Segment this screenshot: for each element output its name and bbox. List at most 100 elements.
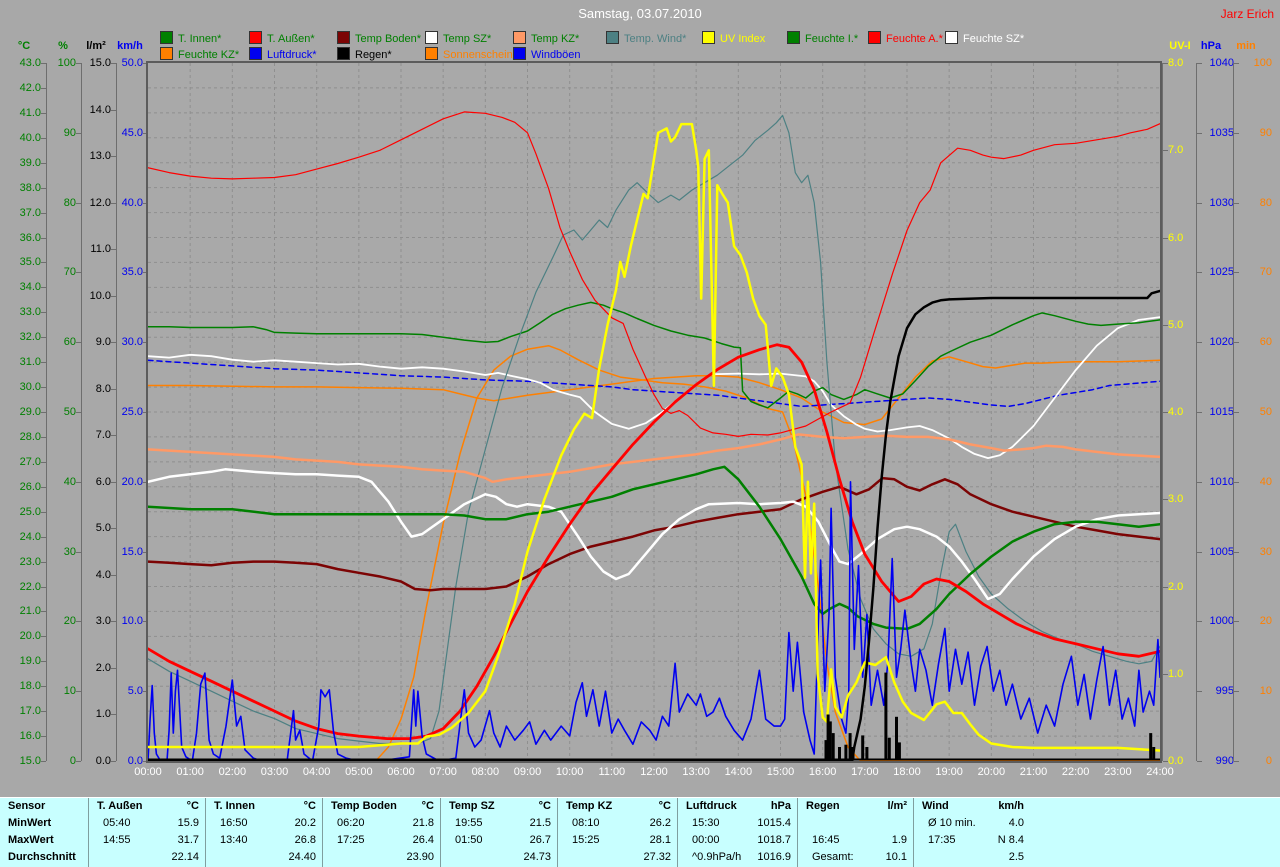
statistics-table: SensorMinWertMaxWertDurchschnitt T. Auße… xyxy=(0,797,1280,867)
axis-tick-mark xyxy=(41,587,46,588)
axis-tick-label: 33.0 xyxy=(5,306,41,318)
axis-tick-label: 18.0 xyxy=(5,680,41,692)
table-data-row: ^0.9hPa/h1016.9 xyxy=(678,849,798,866)
axis-tick-mark xyxy=(1234,761,1239,762)
axis-tick-label: 32.0 xyxy=(5,331,41,343)
table-group-luftdruck: LuftdruckhPa15:301015.400:001018.7^0.9hP… xyxy=(677,798,798,867)
sensor-name: Temp KZ xyxy=(566,798,612,815)
axis-tick-mark xyxy=(1234,133,1239,134)
legend-label: Feuchte A.* xyxy=(886,33,943,45)
sensor-unit: °C xyxy=(539,798,551,815)
axis-tick-mark xyxy=(41,611,46,612)
axis-tick-label: 11.0 xyxy=(75,243,111,255)
axis-tick-label: 1035 xyxy=(1200,127,1234,139)
x-axis-label: 08:00 xyxy=(465,766,505,778)
axis-tick-label: 40 xyxy=(40,476,76,488)
regen_rate-bar xyxy=(865,747,868,759)
cell-time: 14:55 xyxy=(103,832,131,849)
axis-tick-mark xyxy=(76,552,81,553)
axis-tick-label: 1010 xyxy=(1200,476,1234,488)
axis-tick-mark xyxy=(41,362,46,363)
sensor-name: Regen xyxy=(806,798,840,815)
legend-label: Sonnenschein xyxy=(443,49,513,61)
table-data-row: 05:4015.9 xyxy=(89,815,206,832)
table-group-temp-sz: Temp SZ°C19:5521.501:5026.724.73 xyxy=(440,798,558,867)
axis-tick-label: 25.0 xyxy=(107,406,143,418)
axis-tick-label: 15.0 xyxy=(75,57,111,69)
axis-tick-label: 21.0 xyxy=(5,605,41,617)
sensor-name: T. Innen xyxy=(214,798,255,815)
cell-value: 24.40 xyxy=(288,849,316,866)
table-group-temp-boden: Temp Boden°C06:2021.817:2526.423.90 xyxy=(322,798,441,867)
axis-tick-label: 28.0 xyxy=(5,431,41,443)
axis-tick-mark xyxy=(111,714,116,715)
legend-swatch-icon xyxy=(787,31,800,44)
sensor-unit: °C xyxy=(304,798,316,815)
axis-tick-mark xyxy=(41,462,46,463)
axis-tick-mark xyxy=(76,412,81,413)
axis-tick-label: 22.0 xyxy=(5,581,41,593)
table-data-row xyxy=(798,815,914,832)
legend-swatch-icon xyxy=(160,47,173,60)
axis-tick-label: 50.0 xyxy=(107,57,143,69)
legend-label: UV Index xyxy=(720,33,765,45)
legend-label: Luftdruck* xyxy=(267,49,317,61)
axis-tick-label: 41.0 xyxy=(5,107,41,119)
axis-tick-label: 13.0 xyxy=(75,150,111,162)
axis-tick-mark xyxy=(76,272,81,273)
axis-tick-mark xyxy=(1234,482,1239,483)
cell-time: 19:55 xyxy=(455,815,483,832)
table-data-row: 24.40 xyxy=(206,849,323,866)
legend-item-feuchte-kz-: Feuchte KZ* xyxy=(160,47,239,60)
axis-tick-mark xyxy=(1234,621,1239,622)
axis-tick-mark xyxy=(111,156,116,157)
legend-item-windb-en: Windböen xyxy=(513,47,581,60)
axis-tick-mark xyxy=(111,296,116,297)
legend-swatch-icon xyxy=(425,47,438,60)
legend-label: T. Innen* xyxy=(178,33,221,45)
table-data-row: 01:5026.7 xyxy=(441,832,558,849)
axis-tick-label: 50 xyxy=(40,406,76,418)
legend-label: Feuchte KZ* xyxy=(178,49,239,61)
table-group-header: LuftdruckhPa xyxy=(678,798,798,815)
axis-tick-label: 20 xyxy=(1238,615,1272,627)
sensor-unit: l/m² xyxy=(887,798,907,815)
cell-value: 24.73 xyxy=(523,849,551,866)
axis-tick-label: 43.0 xyxy=(5,57,41,69)
x-axis-label: 13:00 xyxy=(676,766,716,778)
regen_rate-bar xyxy=(884,673,887,759)
sensor-name: Wind xyxy=(922,798,949,815)
legend-swatch-icon xyxy=(513,31,526,44)
legend-swatch-icon xyxy=(249,47,262,60)
axis-tick-label: 60 xyxy=(40,336,76,348)
x-axis-label: 22:00 xyxy=(1056,766,1096,778)
legend-swatch-icon xyxy=(249,31,262,44)
table-group-t-au-en: T. Außen°C05:4015.914:5531.722.14 xyxy=(88,798,206,867)
x-axis-label: 17:00 xyxy=(845,766,885,778)
x-axis-label: 18:00 xyxy=(887,766,927,778)
legend-label: Temp KZ* xyxy=(531,33,579,45)
axis-header-UV-I: UV-I xyxy=(1169,40,1190,52)
axis-tick-mark xyxy=(111,528,116,529)
axis-tick-label: 100 xyxy=(1238,57,1272,69)
axis-tick-label: 8.0 xyxy=(75,383,111,395)
axis-header-°C: °C xyxy=(18,40,30,52)
axis-tick-label: 34.0 xyxy=(5,281,41,293)
axis-tick-label: 1.0 xyxy=(75,708,111,720)
axis-tick-mark xyxy=(1197,272,1202,273)
cell-value: 26.2 xyxy=(650,815,671,832)
sensor-unit: °C xyxy=(422,798,434,815)
axis-header-km/h: km/h xyxy=(117,40,143,52)
legend-swatch-icon xyxy=(160,31,173,44)
axis-tick-label: 990 xyxy=(1200,755,1234,767)
cell-value: 26.8 xyxy=(295,832,316,849)
legend-label: Temp. Wind* xyxy=(624,33,686,45)
axis-tick-label: 14.0 xyxy=(75,104,111,116)
table-data-row: 19:5521.5 xyxy=(441,815,558,832)
axis-tick-mark xyxy=(41,711,46,712)
table-group-header: Temp KZ°C xyxy=(558,798,678,815)
legend-swatch-icon xyxy=(513,47,526,60)
legend-item-uv-index: UV Index xyxy=(702,31,765,44)
table-data-row: 14:5531.7 xyxy=(89,832,206,849)
axis-tick-mark xyxy=(1163,150,1168,151)
